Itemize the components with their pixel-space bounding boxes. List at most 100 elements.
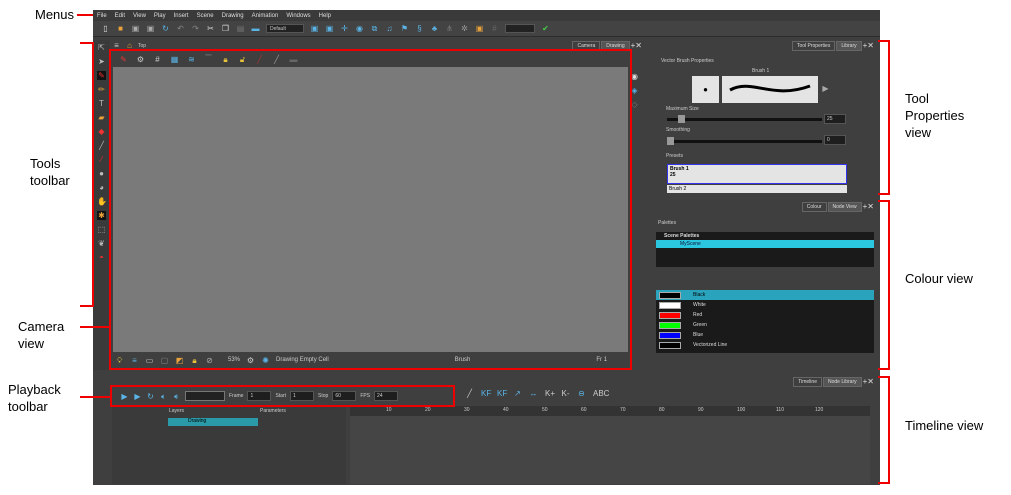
save-icon[interactable]: ▣ <box>131 24 140 33</box>
colour-picker-icon[interactable]: ◕ <box>97 183 106 192</box>
undo-icon[interactable]: ↶ <box>176 24 185 33</box>
annotation-box-camera <box>109 49 632 370</box>
transform-icon[interactable]: ✛ <box>340 24 349 33</box>
morph-icon[interactable]: § <box>415 24 424 33</box>
tab-library[interactable]: Library <box>836 41 862 51</box>
brush-tip-preview[interactable]: ● <box>692 76 719 103</box>
paste-icon[interactable]: ▤ <box>236 24 245 33</box>
brush-menu-arrow-icon[interactable]: ▶ <box>821 84 830 93</box>
brush-icon[interactable]: ✎ <box>97 71 106 80</box>
contour-editor-icon[interactable]: ➤ <box>97 57 106 66</box>
stamp-icon[interactable]: ● <box>97 169 106 178</box>
swatch-row[interactable]: Black <box>656 290 874 300</box>
view2-icon[interactable]: ▣ <box>325 24 334 33</box>
dropper-icon[interactable]: ⁄ <box>97 155 106 164</box>
frame-icon[interactable]: ▣ <box>475 24 484 33</box>
timeline-toolbar: ╱ KF KF ↗ ↔ K+ K- ⊖ ABC <box>465 389 609 398</box>
palette-list: Scene Palettes MyScene <box>656 232 874 267</box>
tab-tool-properties[interactable]: Tool Properties <box>791 41 836 51</box>
pivot-icon[interactable]: ✲ <box>460 24 469 33</box>
tab-colour[interactable]: Colour <box>801 202 827 212</box>
rotate-icon[interactable]: ◉ <box>355 24 364 33</box>
cutter-icon[interactable]: ◓ <box>97 253 106 262</box>
text-icon[interactable]: ABC <box>593 389 609 398</box>
copy-icon[interactable]: ❐ <box>221 24 230 33</box>
new-icon[interactable]: ▯ <box>101 24 110 33</box>
hand-icon[interactable]: ✋ <box>97 197 107 206</box>
menu-view[interactable]: View <box>133 13 146 19</box>
tab-node-view[interactable]: Node View <box>827 202 862 212</box>
tab-node-library[interactable]: Node Library <box>822 377 862 387</box>
remove-icon[interactable]: K- <box>561 389 570 398</box>
line-icon[interactable]: ╱ <box>97 141 106 150</box>
tab-timeline[interactable]: Timeline <box>793 377 822 387</box>
swatch-row[interactable]: Red <box>656 310 874 320</box>
smoothing-slider[interactable] <box>667 137 822 145</box>
text-icon[interactable]: T <box>97 99 106 108</box>
max-size-slider[interactable] <box>667 115 822 123</box>
cut-icon[interactable]: ✂ <box>206 24 215 33</box>
save-as-icon[interactable]: ▣ <box>146 24 155 33</box>
workspace-select[interactable]: Default <box>266 24 304 33</box>
slider-handle[interactable] <box>667 137 674 145</box>
swatch-row[interactable]: White <box>656 300 874 310</box>
feather-icon[interactable]: ❦ <box>97 239 106 248</box>
presets-label[interactable]: Presets <box>666 153 683 159</box>
menu-animation[interactable]: Animation <box>252 13 279 19</box>
swatch-red <box>659 311 681 319</box>
pencil-icon[interactable]: ✏ <box>97 85 106 94</box>
motion-icon[interactable]: ↗ <box>513 389 522 398</box>
swatch-row[interactable]: Vectorized Line <box>656 340 874 350</box>
marquee-icon[interactable]: ⬚ <box>97 225 106 234</box>
layout-icon[interactable]: ▬ <box>251 24 260 33</box>
add-view-icon[interactable]: +✕ <box>863 377 874 387</box>
frame-ruler[interactable]: 10 20 30 40 50 60 70 80 90 100 110 120 <box>350 406 870 416</box>
swatch-row[interactable]: Green <box>656 320 874 330</box>
ease-icon[interactable]: ╱ <box>465 389 474 398</box>
keyframe-icon[interactable]: KF <box>481 389 491 398</box>
preset-item[interactable]: Brush 1 25 <box>667 164 847 184</box>
bone-icon[interactable]: ⋔ <box>445 24 454 33</box>
harmony-icon[interactable]: ✔ <box>541 24 550 33</box>
menu-insert[interactable]: Insert <box>174 13 189 19</box>
skew-icon[interactable]: ♫ <box>385 24 394 33</box>
annotation-toolprops: Tool Properties view <box>905 91 965 140</box>
open-icon[interactable]: ■ <box>116 24 125 33</box>
menu-play[interactable]: Play <box>154 13 166 19</box>
paint-icon[interactable]: ◆ <box>97 127 106 136</box>
animate-icon[interactable]: ⚑ <box>400 24 409 33</box>
slider-handle[interactable] <box>678 115 685 123</box>
add-view-icon[interactable]: +✕ <box>863 202 874 212</box>
rigging-icon[interactable]: ✱ <box>97 211 106 220</box>
stop-motion-icon[interactable]: ↔ <box>529 389 538 398</box>
redo-icon[interactable]: ↷ <box>191 24 200 33</box>
import-icon[interactable]: ↻ <box>161 24 170 33</box>
menu-help[interactable]: Help <box>319 13 331 19</box>
menu-file[interactable]: File <box>97 13 107 19</box>
select-icon[interactable]: ⇱ <box>97 43 106 52</box>
menu-windows[interactable]: Windows <box>286 13 310 19</box>
swatch-row[interactable]: Blue <box>656 330 874 340</box>
preset-item[interactable]: Brush 2 <box>667 185 847 193</box>
layer-row[interactable]: Drawing <box>168 418 258 426</box>
onion-icon[interactable]: ⊖ <box>577 389 586 398</box>
menu-scene[interactable]: Scene <box>197 13 214 19</box>
extra-select[interactable] <box>505 24 535 33</box>
add-view-icon[interactable]: +✕ <box>863 41 874 51</box>
add-view-icon[interactable]: +✕ <box>631 41 642 51</box>
scale-icon[interactable]: ⧉ <box>370 24 379 33</box>
rig-icon[interactable]: ♣ <box>430 24 439 33</box>
menu-edit[interactable]: Edit <box>115 13 125 19</box>
view-icon[interactable]: ▣ <box>310 24 319 33</box>
insert-icon[interactable]: K+ <box>545 389 555 398</box>
menu-drawing[interactable]: Drawing <box>222 13 244 19</box>
eraser-icon[interactable]: ▰ <box>97 113 106 122</box>
smoothing-field[interactable]: 0 <box>824 135 846 145</box>
palette-item[interactable]: MyScene <box>656 240 874 248</box>
breadcrumb[interactable]: Top <box>138 43 146 49</box>
grid-icon[interactable]: # <box>490 24 499 33</box>
max-size-field[interactable]: 25 <box>824 114 846 124</box>
palettes-label[interactable]: Palettes <box>658 220 676 226</box>
stroke-preview <box>722 76 818 103</box>
keyframe2-icon[interactable]: KF <box>497 389 507 398</box>
